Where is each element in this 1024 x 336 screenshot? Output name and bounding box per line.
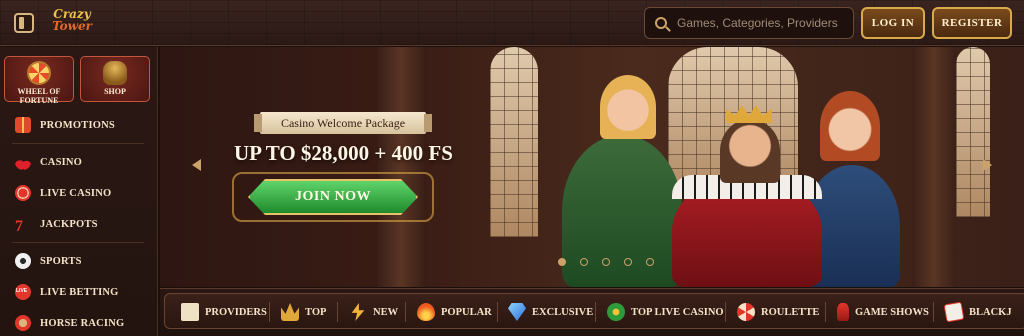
sidebar-item-live-betting[interactable]: LIVE LIVE BETTING [0, 277, 157, 307]
hero-banner[interactable]: Casino Welcome Package UP TO $28,000 + 4… [160, 47, 1024, 287]
banner-prev-arrow-icon[interactable] [192, 159, 201, 171]
divider [933, 302, 934, 322]
category-label: PROVIDERS [205, 306, 267, 318]
site-logo[interactable]: Crazy Tower [46, 4, 98, 42]
live-chip-icon [607, 303, 625, 321]
sidebar-item-label: LIVE BETTING [40, 286, 119, 298]
divider [725, 302, 726, 322]
sidebar: WHEEL OF FORTUNE SHOP PROMOTIONS CASINO … [0, 47, 158, 336]
divider [405, 302, 406, 322]
wheel-of-fortune-tile[interactable]: WHEEL OF FORTUNE [4, 56, 74, 105]
gift-icon [15, 117, 31, 133]
category-game-shows[interactable]: GAME SHOWS [837, 301, 929, 323]
sidebar-item-sports[interactable]: SPORTS [0, 246, 157, 276]
tile-label: WHEEL OF FORTUNE [17, 87, 61, 105]
divider [269, 302, 270, 322]
crown-icon [281, 303, 299, 321]
sidebar-toggle-icon[interactable] [14, 13, 34, 33]
category-label: TOP [305, 306, 327, 318]
category-new[interactable]: NEW [349, 301, 398, 323]
sidebar-item-horse-racing[interactable]: HORSE RACING [0, 308, 157, 336]
sidebar-item-jackpots[interactable]: 7 JACKPOTS [0, 209, 157, 239]
sidebar-item-label: JACKPOTS [40, 218, 98, 230]
search-input[interactable]: Games, Categories, Providers [644, 7, 854, 39]
category-blackjack[interactable]: BLACKJ [943, 301, 1012, 323]
banner-window [490, 47, 538, 237]
top-bar: Crazy Tower Games, Categories, Providers… [0, 0, 1024, 46]
logo-line-2: Tower [52, 19, 92, 33]
diamond-icon [508, 303, 526, 321]
horse-icon [15, 315, 31, 331]
offer-headline: UP TO $28,000 + 400 FS [234, 141, 453, 165]
seven-icon: 7 [15, 218, 23, 235]
roulette-icon [737, 303, 755, 321]
divider [337, 302, 338, 322]
basket-icon [103, 61, 127, 85]
cherry-icon [15, 154, 31, 170]
divider [595, 302, 596, 322]
divider [12, 242, 144, 243]
lightning-icon [351, 303, 365, 321]
slide-dot[interactable] [646, 258, 654, 266]
category-label: BLACKJ [969, 306, 1012, 318]
king-head [720, 119, 780, 183]
category-label: TOP LIVE CASINO [631, 306, 724, 318]
category-label: EXCLUSIVE [532, 306, 594, 318]
slide-indicators [558, 258, 654, 266]
sidebar-item-label: LIVE CASINO [40, 187, 112, 199]
microphone-icon [837, 303, 849, 321]
category-label: ROULETTE [761, 306, 820, 318]
divider [825, 302, 826, 322]
queen-head [600, 75, 656, 139]
register-button[interactable]: REGISTER [932, 7, 1012, 39]
sidebar-item-label: PROMOTIONS [40, 119, 115, 131]
category-strip: PROVIDERS TOP NEW POPULAR EXCLUSIVE TOP … [164, 293, 1024, 329]
slide-dot[interactable] [558, 258, 566, 266]
wheel-icon [27, 61, 51, 85]
cards-icon [943, 301, 965, 323]
category-exclusive[interactable]: EXCLUSIVE [508, 301, 593, 323]
divider [12, 143, 144, 144]
shop-tile[interactable]: SHOP [80, 56, 150, 102]
flame-icon [417, 303, 435, 321]
search-placeholder: Games, Categories, Providers [677, 16, 838, 30]
package-ribbon: Casino Welcome Package [254, 112, 432, 134]
princess-head [820, 91, 880, 161]
live-icon: LIVE [15, 284, 31, 300]
search-icon [655, 17, 667, 29]
sidebar-item-label: HORSE RACING [40, 317, 125, 329]
category-top[interactable]: TOP [281, 301, 326, 323]
banner-pillar [378, 47, 424, 287]
slide-dot[interactable] [602, 258, 610, 266]
casino-chip-icon [15, 185, 31, 201]
slide-dot[interactable] [624, 258, 632, 266]
soccer-ball-icon [15, 253, 31, 269]
login-button[interactable]: LOG IN [861, 7, 925, 39]
sidebar-item-promotions[interactable]: PROMOTIONS [0, 110, 157, 140]
join-now-button[interactable]: JOIN NOW [248, 179, 418, 215]
category-bar: PROVIDERS TOP NEW POPULAR EXCLUSIVE TOP … [160, 288, 1024, 336]
sidebar-item-live-casino[interactable]: LIVE CASINO [0, 178, 157, 208]
banner-pillar [912, 47, 956, 287]
category-top-live-casino[interactable]: TOP LIVE CASINO [607, 301, 724, 323]
category-popular[interactable]: POPULAR [417, 301, 492, 323]
slide-dot[interactable] [580, 258, 588, 266]
category-label: POPULAR [441, 306, 492, 318]
banner-next-arrow-icon[interactable] [983, 159, 992, 171]
tile-label: SHOP [104, 87, 126, 96]
category-roulette[interactable]: ROULETTE [737, 301, 819, 323]
category-label: NEW [373, 306, 399, 318]
sidebar-item-label: CASINO [40, 156, 83, 168]
divider [497, 302, 498, 322]
banner-window [956, 47, 990, 217]
sidebar-item-label: SPORTS [40, 255, 82, 267]
category-providers[interactable]: PROVIDERS [181, 301, 267, 323]
sidebar-item-casino[interactable]: CASINO [0, 147, 157, 177]
scroll-icon [181, 303, 199, 321]
category-label: GAME SHOWS [855, 306, 929, 318]
